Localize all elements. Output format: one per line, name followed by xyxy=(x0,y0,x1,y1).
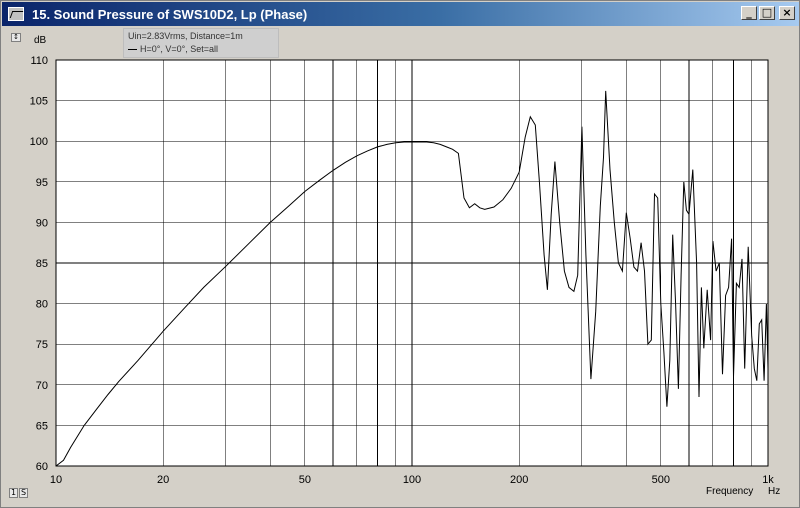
y-tick-label: 60 xyxy=(36,461,48,473)
x-axis-unit: Hz xyxy=(768,486,781,497)
y-tick-label: 85 xyxy=(36,258,48,270)
chart-area[interactable]: 60 65 70 75 80 85 90 95 100 105 110 10 20 50 100 200 50… xyxy=(1,1,800,508)
legend-swatch xyxy=(128,49,137,50)
x-tick-label: 100 xyxy=(403,474,421,486)
legend-series-label: H=0°, V=0°, Set=all xyxy=(140,44,218,54)
legend[interactable]: Uin=2.83Vrms, Distance=1m H=0°, V=0°, Se… xyxy=(123,28,279,58)
settings-icon[interactable]: S xyxy=(19,488,28,498)
y-tick-label: 70 xyxy=(36,380,48,392)
x-tick-label: 1k xyxy=(762,474,774,486)
scale-icon[interactable]: 1 xyxy=(9,488,18,498)
y-tick-label: 105 xyxy=(30,96,48,108)
x-axis-label: Frequency xyxy=(706,486,754,497)
bottom-left-tools: 1 S xyxy=(9,488,28,498)
app-window: 15. Sound Pressure of SWS10D2, Lp (Phase… xyxy=(0,0,800,508)
x-tick-label: 200 xyxy=(510,474,528,486)
x-tick-label: 500 xyxy=(652,474,670,486)
y-tick-label: 100 xyxy=(30,136,48,148)
x-tick-label: 50 xyxy=(299,474,311,486)
legend-line1-text: Uin=2.83Vrms, Distance=1m xyxy=(128,31,243,41)
y-tick-label: 75 xyxy=(36,339,48,351)
x-tick-labels: 10 20 50 100 200 500 1k xyxy=(50,474,774,486)
y-tick-label: 65 xyxy=(36,420,48,432)
y-tick-labels: 60 65 70 75 80 85 90 95 100 105 110 xyxy=(30,55,48,473)
y-tick-label: 110 xyxy=(30,55,48,67)
legend-series-entry: H=0°, V=0°, Set=all xyxy=(128,43,278,56)
y-tick-label: 90 xyxy=(36,217,48,229)
y-tick-label: 80 xyxy=(36,299,48,311)
x-tick-label: 20 xyxy=(157,474,169,486)
legend-conditions: Uin=2.83Vrms, Distance=1m xyxy=(128,30,278,43)
x-tick-label: 10 xyxy=(50,474,62,486)
y-tick-label: 95 xyxy=(36,177,48,189)
